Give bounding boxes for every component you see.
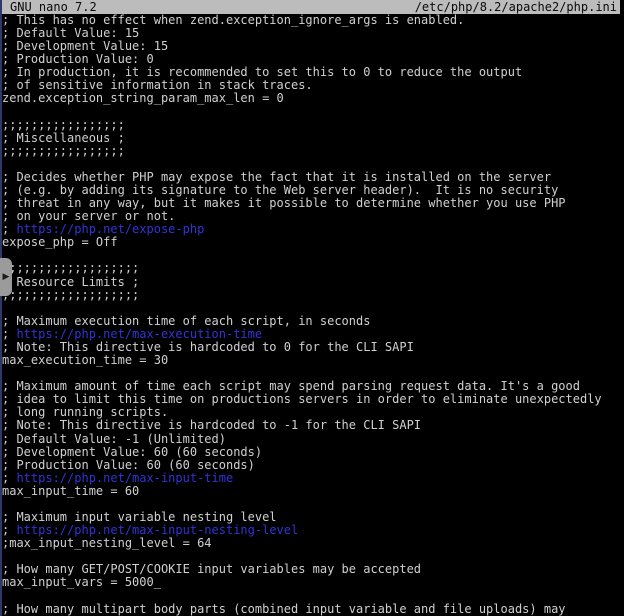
php-net-link[interactable]: https://php.net/max-input-nesting-level — [16, 523, 298, 537]
line-text: ;;;;;;;;;;;;;;;;; — [2, 118, 125, 132]
line-text: ; — [2, 222, 16, 236]
nano-titlebar: GNU nano 7.2 /etc/php/8.2/apache2/php.in… — [0, 0, 620, 14]
line-text: ; — [2, 523, 16, 537]
line-text: ; Resource Limits ; — [2, 275, 139, 289]
terminal-window: GNU nano 7.2 /etc/php/8.2/apache2/php.in… — [0, 0, 624, 616]
line-text: ; Default Value: 15 — [2, 26, 139, 40]
php-net-link[interactable]: https://php.net/max-input-time — [16, 471, 233, 485]
file-path: /etc/php/8.2/apache2/php.ini — [415, 0, 617, 14]
editor-line: max_input_time = 60 — [2, 485, 624, 498]
line-text: ; of sensitive information in stack trac… — [2, 78, 313, 92]
line-text: ; In production, it is recommended to se… — [2, 65, 522, 79]
line-text: ; Maximum input variable nesting level — [2, 510, 277, 524]
line-text: zend.exception_string_param_max_len = 0 — [2, 91, 284, 105]
line-text: ; threat in any way, but it makes it pos… — [2, 196, 566, 210]
editor-content[interactable]: ; This has no effect when zend.exception… — [0, 14, 624, 616]
window-border — [0, 0, 2, 616]
line-text: ; This has no effect when zend.exception… — [2, 13, 464, 27]
line-text: ; Note: This directive is hardcoded to -… — [2, 418, 421, 432]
editor-line: max_execution_time = 30 — [2, 354, 624, 367]
editor-line: ;max_input_nesting_level = 64 — [2, 537, 624, 550]
line-text: max_execution_time = 30 — [2, 353, 168, 367]
line-text: expose_php = Off — [2, 235, 118, 249]
line-text: max_input_time = 60 — [2, 484, 139, 498]
line-text: ; (e.g. by adding its signature to the W… — [2, 183, 558, 197]
line-text: ;;;;;;;;;;;;;;;;;;; — [2, 288, 139, 302]
line-text: ; Maximum execution time of each script,… — [2, 314, 370, 328]
editor-line: ;;;;;;;;;;;;;;;;; — [2, 145, 624, 158]
line-text: max_input_vars = 5000 — [2, 575, 154, 589]
line-text: ; Production Value: 0 — [2, 52, 154, 66]
line-text: ;max_input_nesting_level = 64 — [2, 536, 212, 550]
line-text: ;;;;;;;;;;;;;;;;;;; — [2, 261, 139, 275]
expand-arrow-icon: ▶ — [3, 273, 10, 282]
editor-line: zend.exception_string_param_max_len = 0 — [2, 92, 624, 105]
line-text: ; on your server or not. — [2, 209, 175, 223]
line-text: ; Decides whether PHP may expose the fac… — [2, 170, 551, 184]
line-text: ; How many multipart body parts (combine… — [2, 602, 566, 616]
line-text: ; idea to limit this time on productions… — [2, 392, 602, 406]
line-text: ; Production Value: 60 (60 seconds) — [2, 458, 255, 472]
line-text: ; Note: This directive is hardcoded to 0… — [2, 340, 414, 354]
line-text: ; — [2, 471, 16, 485]
line-text: ; Development Value: 15 — [2, 39, 168, 53]
line-text: ; How many GET/POST/COOKIE input variabl… — [2, 562, 421, 576]
editor-line: expose_php = Off — [2, 236, 624, 249]
line-text: ; long running scripts. — [2, 405, 168, 419]
line-text: ; — [2, 327, 16, 341]
line-text: ; Default Value: -1 (Unlimited) — [2, 432, 226, 446]
php-net-link[interactable]: https://php.net/max-execution-time — [16, 327, 262, 341]
editor-line: ; How many multipart body parts (combine… — [2, 603, 624, 616]
line-text: ; Development Value: 60 (60 seconds) — [2, 445, 262, 459]
app-version: GNU nano 7.2 — [10, 0, 97, 14]
line-text: ; Miscellaneous ; — [2, 131, 125, 145]
line-text: ; Maximum amount of time each script may… — [2, 379, 580, 393]
text-cursor: _ — [154, 575, 161, 589]
panel-handle[interactable]: ▶ — [0, 258, 12, 296]
editor-line: max_input_vars = 5000_ — [2, 576, 624, 589]
line-text: ;;;;;;;;;;;;;;;;; — [2, 144, 125, 158]
php-net-link[interactable]: https://php.net/expose-php — [16, 222, 204, 236]
editor-line: ;;;;;;;;;;;;;;;;;;; — [2, 289, 624, 302]
